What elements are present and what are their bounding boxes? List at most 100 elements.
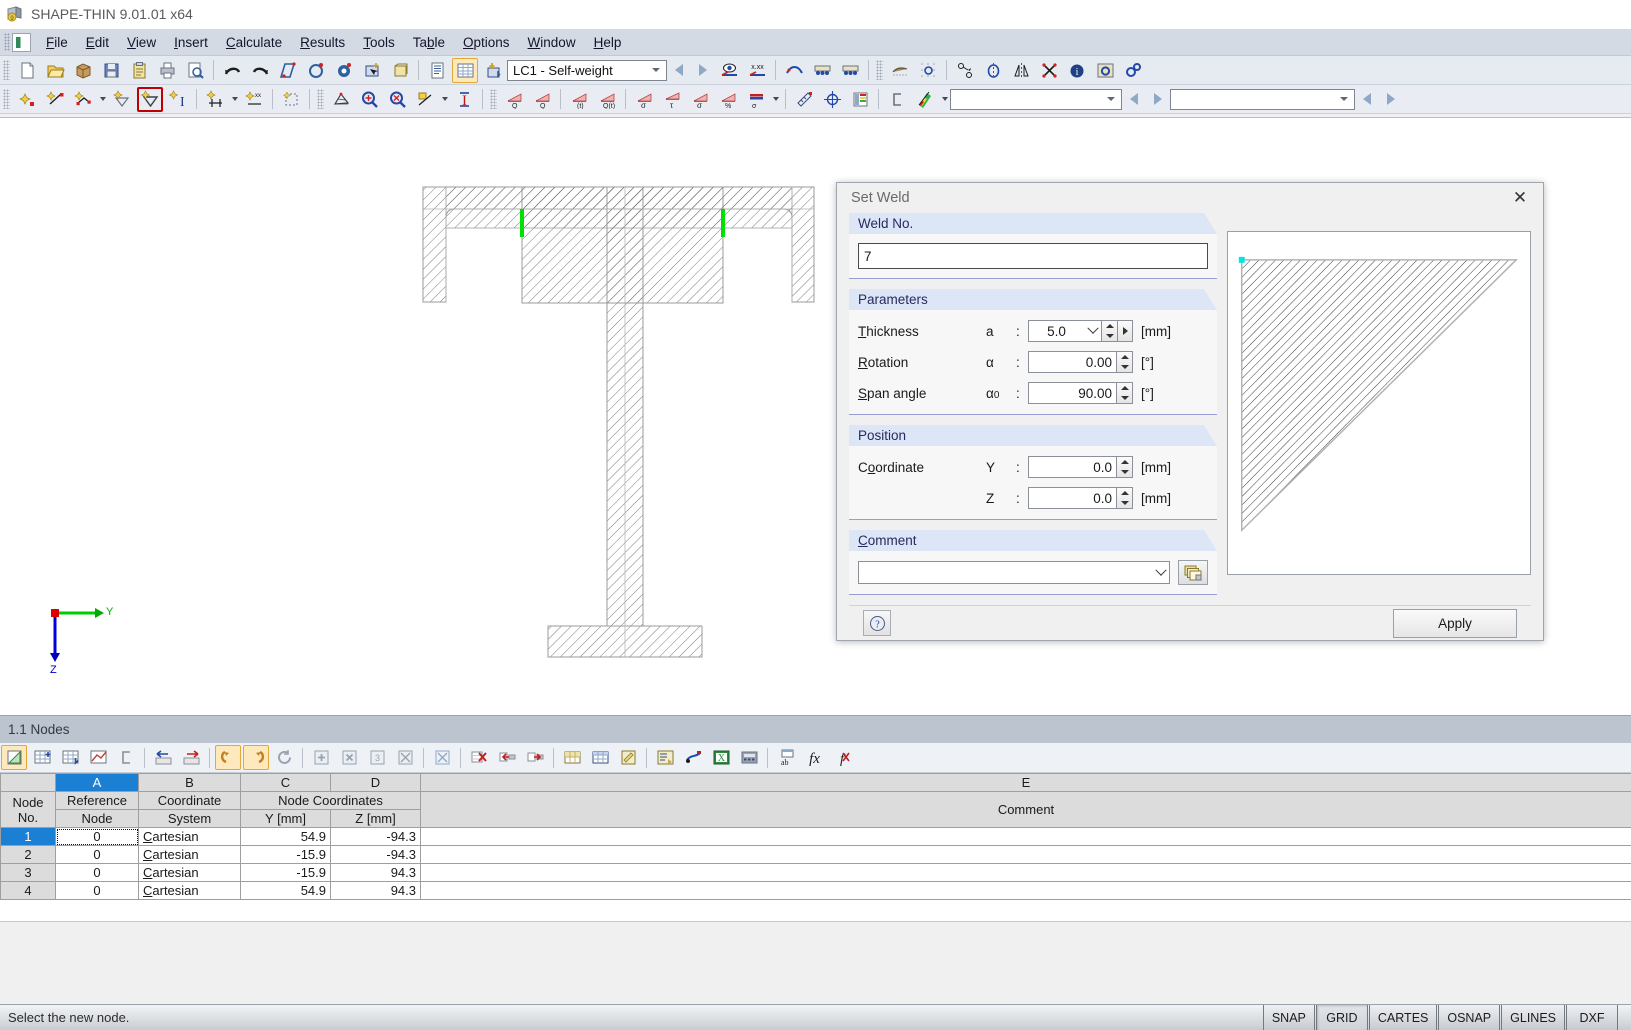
comment-library-icon[interactable] bbox=[1178, 560, 1208, 585]
delete-item-icon[interactable] bbox=[336, 745, 362, 770]
refresh-icon[interactable] bbox=[271, 745, 297, 770]
application-system-icon[interactable] bbox=[12, 32, 31, 52]
color-palette-icon[interactable] bbox=[912, 87, 938, 112]
row-header-3[interactable]: 3 bbox=[0, 863, 56, 882]
table-row[interactable]: 3 0 Cartesian -15.9 94.3 bbox=[0, 863, 1631, 882]
loads-icon[interactable] bbox=[837, 58, 863, 83]
next-table-icon[interactable] bbox=[178, 745, 204, 770]
excel-export-icon[interactable]: X bbox=[708, 745, 734, 770]
insert-row-icon[interactable] bbox=[29, 745, 55, 770]
col-letter-d[interactable]: D bbox=[330, 773, 421, 792]
row-header-1[interactable]: 1 bbox=[0, 827, 56, 846]
secondary-next-icon-2[interactable] bbox=[1379, 87, 1403, 112]
thickness-chevron-down-icon[interactable] bbox=[1084, 321, 1101, 341]
t-icon[interactable]: (t) bbox=[566, 87, 592, 112]
qu-icon[interactable]: Q bbox=[501, 87, 527, 112]
toolbar-grip[interactable] bbox=[3, 60, 10, 80]
toolbar2-grip-3[interactable] bbox=[490, 89, 497, 109]
edit-section-icon[interactable] bbox=[275, 58, 301, 83]
status-resize-grip[interactable] bbox=[1619, 1005, 1631, 1030]
next-load-case-icon[interactable] bbox=[691, 58, 715, 83]
info-icon[interactable]: i bbox=[1064, 58, 1090, 83]
menu-window[interactable]: Window bbox=[519, 31, 585, 54]
prev-table-icon[interactable] bbox=[150, 745, 176, 770]
connect-nodes-icon[interactable] bbox=[952, 58, 978, 83]
bracket-icon[interactable] bbox=[884, 87, 910, 112]
add-item-icon[interactable] bbox=[308, 745, 334, 770]
col-letter-e[interactable]: E bbox=[420, 773, 1631, 792]
cell-sys-1[interactable]: Cartesian bbox=[138, 827, 241, 846]
load-case-combo[interactable]: LC1 - Self-weight bbox=[507, 59, 667, 81]
table-view-icon[interactable] bbox=[452, 57, 478, 83]
dimension-xx-icon[interactable]: xx bbox=[241, 87, 267, 112]
grid-snap-icon[interactable] bbox=[915, 58, 941, 83]
toolbar-grip-2[interactable] bbox=[876, 60, 883, 80]
cell-z-4[interactable]: 94.3 bbox=[330, 881, 421, 900]
cell-ref-4[interactable]: 0 bbox=[55, 881, 139, 900]
coordinate-y-input[interactable]: 0.0 bbox=[1028, 456, 1133, 478]
undo-icon[interactable] bbox=[219, 58, 245, 83]
menu-results[interactable]: Results bbox=[291, 31, 354, 54]
formula-icon[interactable]: fx bbox=[801, 745, 827, 770]
new-element-icon[interactable] bbox=[109, 87, 135, 112]
cell-comment-1[interactable] bbox=[420, 827, 1631, 846]
open-folder-icon[interactable] bbox=[42, 58, 68, 83]
supports-icon[interactable] bbox=[809, 58, 835, 83]
menu-view[interactable]: View bbox=[118, 31, 165, 54]
center-icon[interactable] bbox=[819, 87, 845, 112]
select-add-icon[interactable] bbox=[359, 58, 385, 83]
toolbar2-grip[interactable] bbox=[3, 89, 10, 109]
dimension-icon[interactable] bbox=[202, 87, 228, 112]
notes-icon[interactable] bbox=[615, 745, 641, 770]
mirror-icon[interactable] bbox=[1008, 58, 1034, 83]
clear-formula-icon[interactable]: f bbox=[829, 745, 855, 770]
zoom-out-icon[interactable] bbox=[384, 87, 410, 112]
span-angle-stepper[interactable] bbox=[1116, 383, 1132, 403]
table-row[interactable]: 1 0 Cartesian 54.9 -94.3 bbox=[0, 827, 1631, 846]
new-point-element-icon[interactable]: I bbox=[165, 87, 191, 112]
redo-table-icon[interactable] bbox=[243, 745, 269, 770]
print-table-icon[interactable] bbox=[652, 745, 678, 770]
cell-y-4[interactable]: 54.9 bbox=[240, 881, 331, 900]
chevron-down-icon[interactable] bbox=[647, 61, 664, 80]
close-icon[interactable]: ✕ bbox=[1499, 183, 1541, 213]
menu-edit[interactable]: Edit bbox=[77, 31, 118, 54]
status-cartes-button[interactable]: CARTES bbox=[1368, 1005, 1438, 1030]
comment-combo[interactable] bbox=[858, 561, 1170, 584]
table-row[interactable]: 2 0 Cartesian -15.9 -94.3 bbox=[0, 845, 1631, 864]
stress-dropdown[interactable] bbox=[770, 87, 781, 112]
sigma-v-icon[interactable]: σ bbox=[687, 87, 713, 112]
delete-col-left-icon[interactable] bbox=[494, 745, 520, 770]
settings-window-icon[interactable] bbox=[1092, 58, 1118, 83]
coordinate-y-stepper[interactable] bbox=[1116, 457, 1132, 477]
menu-table[interactable]: Table bbox=[404, 31, 454, 54]
cell-sys-2[interactable]: Cartesian bbox=[138, 845, 241, 864]
nodes-grid[interactable]: A B C D E Node No. Reference Coordinate … bbox=[0, 773, 1631, 922]
menu-tools[interactable]: Tools bbox=[354, 31, 404, 54]
zoom-in-icon[interactable] bbox=[356, 87, 382, 112]
colorbar-icon[interactable] bbox=[847, 87, 873, 112]
deformation-icon[interactable] bbox=[781, 58, 807, 83]
menu-help[interactable]: Help bbox=[585, 31, 631, 54]
clipboard-icon[interactable] bbox=[126, 58, 152, 83]
text-icon[interactable]: I bbox=[451, 87, 477, 112]
span-angle-input[interactable]: 90.00 bbox=[1028, 382, 1133, 404]
optimize-icon[interactable] bbox=[680, 745, 706, 770]
load-case-new-icon[interactable] bbox=[480, 58, 506, 83]
new-polyline-dropdown[interactable] bbox=[97, 87, 108, 112]
secondary-combo-2[interactable] bbox=[1170, 88, 1355, 110]
delete-row-icon[interactable] bbox=[466, 745, 492, 770]
view-result-icon[interactable] bbox=[716, 58, 742, 83]
select-all-icon[interactable] bbox=[429, 745, 455, 770]
help-question-icon[interactable]: ? bbox=[863, 610, 891, 636]
cell-z-3[interactable]: 94.3 bbox=[330, 863, 421, 882]
rotate-axis-icon[interactable] bbox=[980, 58, 1006, 83]
prev-load-case-icon[interactable] bbox=[667, 58, 691, 83]
dimension-dropdown[interactable] bbox=[229, 87, 240, 112]
cell-sys-4[interactable]: Cartesian bbox=[138, 881, 241, 900]
status-snap-button[interactable]: SNAP bbox=[1262, 1005, 1315, 1030]
rotate-target-icon[interactable] bbox=[331, 58, 357, 83]
intersect-icon[interactable] bbox=[1036, 58, 1062, 83]
percent-icon[interactable]: % bbox=[715, 87, 741, 112]
calculator-icon[interactable] bbox=[736, 745, 762, 770]
